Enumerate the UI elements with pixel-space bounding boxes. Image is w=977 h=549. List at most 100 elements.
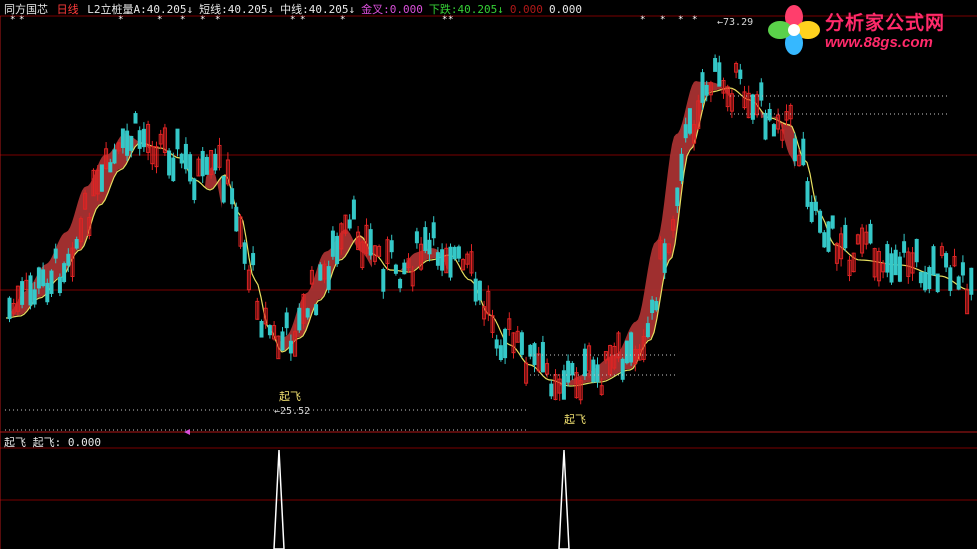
star-marker: *	[692, 15, 697, 25]
candle-body	[381, 269, 386, 292]
high-label: ←73.29	[717, 17, 753, 28]
candle-body	[662, 243, 667, 273]
candle-body	[902, 241, 907, 253]
candle-body	[944, 253, 949, 268]
candle-body	[624, 340, 629, 364]
candle-body	[183, 143, 188, 170]
candle-body	[221, 175, 226, 203]
candle-body	[868, 223, 873, 244]
candle-body	[700, 72, 705, 103]
candle-body	[414, 231, 419, 244]
candle-body	[213, 153, 218, 171]
candle-body	[297, 307, 302, 331]
candle-body	[171, 157, 176, 182]
candle-body	[566, 360, 571, 383]
candle-body	[423, 227, 428, 251]
candle-body	[125, 130, 130, 156]
signal-label: 起飞	[279, 390, 301, 403]
candle-body	[822, 232, 827, 248]
stock-name: 同方国芯	[4, 3, 48, 16]
candle-body	[570, 362, 575, 376]
candle-body	[473, 278, 478, 302]
candle-body	[532, 343, 537, 366]
indicator-name: 起飞	[4, 436, 26, 449]
candle-body	[931, 246, 936, 276]
candle-body	[389, 240, 394, 253]
candle-body	[120, 128, 125, 148]
candle-body	[335, 236, 340, 265]
candle-body	[889, 253, 894, 283]
candle-body	[49, 270, 54, 294]
candle-body	[452, 246, 457, 260]
candle-body	[41, 269, 46, 287]
logo-url: www.88gs.com	[825, 34, 933, 51]
candle-body	[330, 230, 335, 257]
low-label: ←25.52	[274, 406, 310, 417]
candle-body	[805, 181, 810, 207]
candle-body	[108, 162, 113, 173]
candle-body	[167, 150, 172, 176]
candle-body	[582, 348, 587, 377]
header-item-0: L2立桩量A:40.205↓	[87, 3, 194, 16]
candle-body	[251, 253, 256, 266]
candle-body	[595, 364, 600, 383]
candle-body	[62, 263, 67, 283]
candle-body	[813, 201, 818, 211]
header-item-3: 金叉:0.000	[361, 3, 423, 16]
candle-body	[431, 222, 436, 239]
header-item-4: 下跌:40.205↓	[428, 3, 504, 16]
candle-body	[393, 264, 398, 274]
candle-body	[99, 164, 104, 192]
candle-body	[683, 124, 688, 139]
candle-body	[234, 206, 239, 232]
candle-body	[494, 339, 499, 349]
candle-body	[45, 282, 50, 303]
star-marker: *	[678, 15, 683, 25]
candle-body	[519, 332, 524, 355]
star-marker: *	[660, 15, 665, 25]
main-header: 同方国芯 日线 L2立桩量A:40.205↓ 短线:40.205↓ 中线:40.20…	[4, 3, 590, 17]
candle-body	[175, 128, 180, 150]
candle-body	[402, 262, 407, 275]
candle-body	[629, 332, 634, 363]
candle-body	[133, 113, 138, 124]
candle-body	[645, 323, 650, 338]
candle-body	[305, 308, 310, 318]
candlestick-chart[interactable]: * * * * * * * * * * * * * * * * ←73.29←25.52起飞起飞	[0, 0, 977, 549]
candle-body	[448, 246, 453, 278]
candle-body	[687, 108, 692, 134]
candle-body	[440, 249, 445, 271]
candle-body	[129, 135, 134, 151]
candle-body	[141, 128, 146, 148]
candle-body	[53, 248, 58, 259]
candle-body	[137, 130, 142, 149]
sub-header: 起飞 起飞: 0.000	[4, 436, 101, 449]
candle-body	[738, 69, 743, 79]
signal-label: 起飞	[564, 413, 586, 426]
candle-body	[36, 267, 41, 289]
candle-body	[830, 215, 835, 229]
candle-body	[540, 342, 545, 373]
candle-body	[654, 301, 659, 311]
candle-body	[288, 340, 293, 354]
candle-body	[326, 266, 331, 290]
candle-body	[280, 331, 285, 351]
candle-body	[347, 219, 352, 229]
candle-body	[7, 297, 12, 320]
candle-body	[759, 82, 764, 101]
candle-body	[318, 264, 323, 281]
candle-body	[28, 275, 33, 306]
candle-body	[435, 252, 440, 266]
candle-body	[284, 312, 289, 329]
candle-body	[74, 239, 79, 249]
candle-body	[717, 62, 722, 87]
candle-body	[956, 276, 961, 290]
candle-body	[826, 221, 831, 252]
candle-body	[897, 256, 902, 282]
candle-body	[66, 253, 71, 266]
candle-body	[477, 280, 482, 301]
candle-body	[314, 304, 319, 316]
candle-body	[809, 201, 814, 222]
candle-body	[456, 246, 461, 259]
candle-body	[679, 153, 684, 181]
